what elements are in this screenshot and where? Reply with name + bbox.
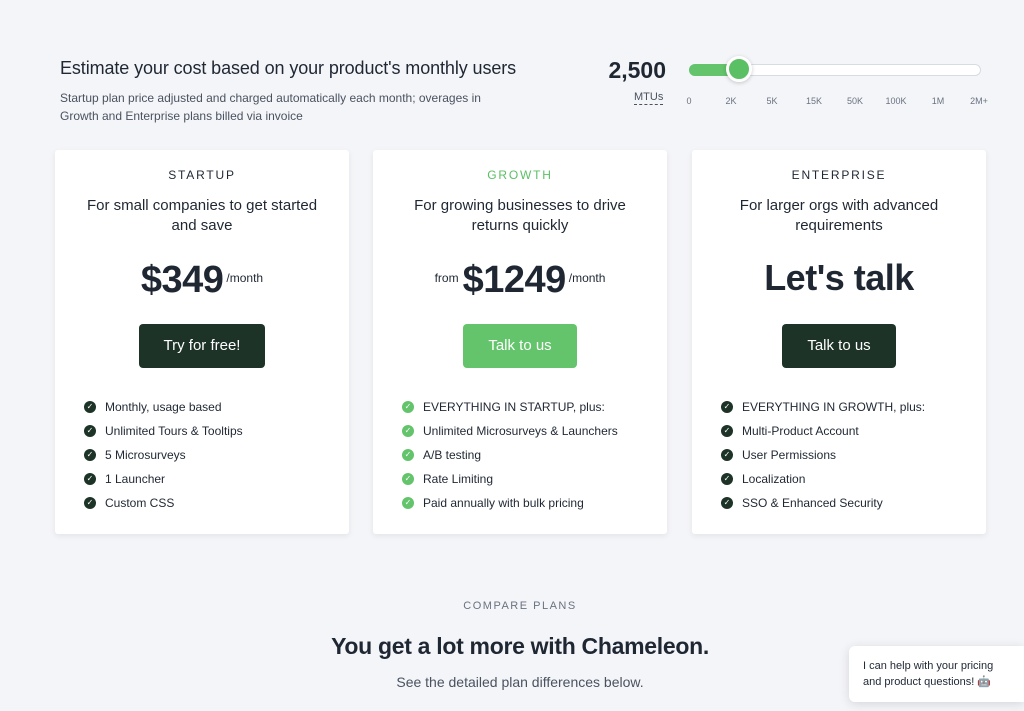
estimator-subtitle: Startup plan price adjusted and charged … [60,91,481,123]
price-period: /month [568,271,606,285]
feature-label: Monthly, usage based [105,400,222,414]
check-circle-icon: ✓ [84,449,96,461]
chat-message-line: and product questions! 🤖 [863,676,992,688]
plan-description: For small companies to get started and s… [86,197,318,234]
price-prefix: from [434,271,459,285]
plan-card-enterprise: ENTERPRISE For larger orgs with advanced… [692,150,986,534]
list-item: ✓ SSO & Enhanced Security [721,491,986,515]
list-item: ✓ Localization [721,467,986,491]
list-item: ✓ EVERYTHING IN GROWTH, plus: [721,395,986,419]
plan-card-startup: STARTUP For small companies to get start… [55,150,349,534]
list-item: ✓ EVERYTHING IN STARTUP, plus: [402,395,667,419]
feature-list: ✓ EVERYTHING IN GROWTH, plus: ✓ Multi-Prod… [721,395,986,515]
pricing-cards: STARTUP For small companies to get start… [55,150,986,534]
feature-label: EVERYTHING IN GROWTH, plus: [742,400,926,414]
feature-label: Paid annually with bulk pricing [423,496,584,510]
check-circle-icon: ✓ [402,449,414,461]
chat-bubble[interactable]: I can help with your pricing and product… [849,646,1024,702]
plan-card-growth: GROWTH For growing businesses to drive r… [373,150,667,534]
plan-name: GROWTH [487,168,553,182]
mtu-value: 2,500 [608,57,666,83]
check-circle-icon: ✓ [84,473,96,485]
list-item: ✓ 5 Microsurveys [84,443,349,467]
slider-tick: 2M+ [970,96,988,106]
slider-handle[interactable] [726,56,752,82]
slider-tick: 0 [686,96,692,106]
plan-name: STARTUP [168,168,236,182]
list-item: ✓ Unlimited Microsurveys & Launchers [402,419,667,443]
check-circle-icon: ✓ [721,449,733,461]
feature-label: 5 Microsurveys [105,448,186,462]
slider-tick: 1M [931,96,945,106]
check-circle-icon: ✓ [721,497,733,509]
slider-ticks: 0 2K 5K 15K 50K 100K 1M 2M+ [681,96,993,108]
price-period: /month [226,271,264,285]
check-circle-icon: ✓ [84,401,96,413]
feature-label: User Permissions [742,448,837,462]
check-circle-icon: ✓ [84,425,96,437]
plan-description: For growing businesses to drive returns … [414,197,626,234]
list-item: ✓ 1 Launcher [84,467,349,491]
check-circle-icon: ✓ [402,497,414,509]
price-amount: Let's talk [764,257,914,298]
mtu-unit-label[interactable]: MTUs [634,91,664,105]
feature-label: Unlimited Tours & Tooltips [105,424,243,438]
slider-tick: 100K [885,96,907,106]
compare-plans-label: COMPARE PLANS [463,600,577,612]
feature-label: A/B testing [423,448,482,462]
price-amount: $1249 [462,259,567,301]
plan-price: from $1249 /month [373,250,667,300]
feature-list: ✓ EVERYTHING IN STARTUP, plus: ✓ Unlimited… [402,395,667,515]
check-circle-icon: ✓ [721,425,733,437]
chat-message-line: I can help with your pricing [863,660,994,672]
check-circle-icon: ✓ [402,473,414,485]
check-circle-icon: ✓ [402,425,414,437]
talk-to-us-button[interactable]: Talk to us [463,324,577,368]
feature-label: Localization [742,472,806,486]
list-item: ✓ Multi-Product Account [721,419,986,443]
check-circle-icon: ✓ [402,401,414,413]
feature-label: Rate Limiting [423,472,494,486]
slider-tick: 5K [766,96,778,106]
try-for-free-button[interactable]: Try for free! [138,324,266,368]
feature-label: EVERYTHING IN STARTUP, plus: [423,400,605,414]
check-circle-icon: ✓ [84,497,96,509]
list-item: ✓ Rate Limiting [402,467,667,491]
plan-description: For larger orgs with advanced requiremen… [739,197,939,234]
slider-tick: 50K [846,96,864,106]
feature-label: Custom CSS [105,496,175,510]
talk-to-us-button[interactable]: Talk to us [782,324,896,368]
plan-name: ENTERPRISE [791,168,887,182]
list-item: ✓ Paid annually with bulk pricing [402,491,667,515]
cost-estimator: Estimate your cost based on your product… [60,58,580,125]
slider-tick: 2K [725,96,737,106]
plan-price: $349 /month [55,250,349,300]
plan-price: Let's talk [692,250,986,300]
list-item: ✓ A/B testing [402,443,667,467]
list-item: ✓ User Permissions [721,443,986,467]
price-amount: $349 [140,259,224,301]
list-item: ✓ Unlimited Tours & Tooltips [84,419,349,443]
list-item: ✓ Monthly, usage based [84,395,349,419]
feature-label: Multi-Product Account [742,424,859,438]
feature-label: Unlimited Microsurveys & Launchers [423,424,618,438]
check-circle-icon: ✓ [721,473,733,485]
feature-list: ✓ Monthly, usage based ✓ Unlimited Tours &… [84,395,349,515]
feature-label: SSO & Enhanced Security [742,496,883,510]
check-circle-icon: ✓ [721,401,733,413]
slider-tick: 15K [805,96,823,106]
mtu-slider[interactable] [689,56,981,82]
estimator-title: Estimate your cost based on your product… [60,58,517,78]
feature-label: 1 Launcher [105,472,166,486]
list-item: ✓ Custom CSS [84,491,349,515]
